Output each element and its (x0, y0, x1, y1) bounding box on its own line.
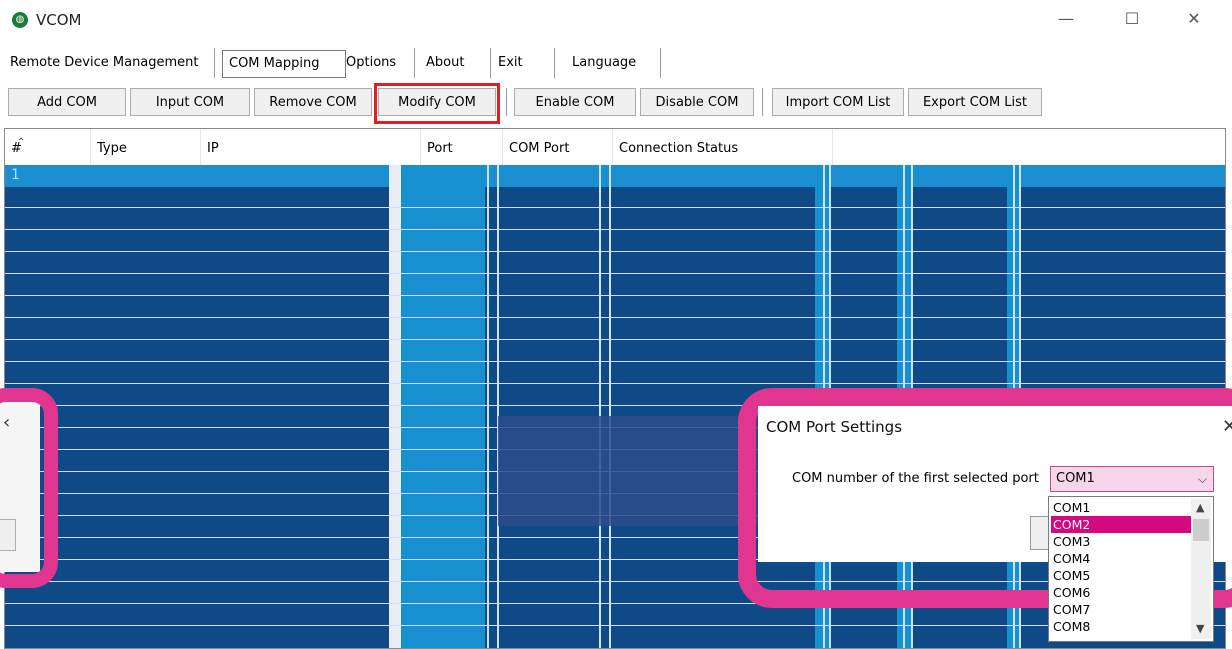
window-title: VCOM (36, 11, 82, 29)
maximize-button[interactable]: ☐ (1112, 6, 1152, 32)
column-header-type[interactable]: Type (91, 129, 201, 165)
column-header-connection-status[interactable]: Connection Status (613, 129, 833, 165)
dropdown-option[interactable]: COM1 (1051, 499, 1191, 516)
remove-com-button[interactable]: Remove COM (254, 88, 372, 116)
chevron-up-icon[interactable]: ▲ (1196, 501, 1204, 514)
column-divider (609, 165, 611, 648)
left-highlight-frame (0, 388, 58, 588)
column-header-port[interactable]: Port (421, 129, 503, 165)
table-row[interactable] (5, 165, 1225, 187)
app-globe-icon: ◍ (12, 12, 28, 28)
import-com-list-button[interactable]: Import COM List (772, 88, 904, 116)
column-divider (497, 165, 499, 648)
column-header-index[interactable]: ⌃ # (5, 129, 91, 165)
close-button[interactable]: ✕ (1174, 6, 1214, 32)
modify-com-highlight (374, 83, 500, 124)
dialog-title: COM Port Settings (766, 418, 903, 436)
column-header-com-port[interactable]: COM Port (503, 129, 613, 165)
dropdown-option[interactable]: COM5 (1051, 567, 1191, 584)
row-divider (5, 229, 1225, 230)
rendering-gap (389, 165, 401, 648)
row-divider (5, 625, 1225, 626)
row-divider (5, 273, 1225, 274)
chevron-down-icon: ⌵ (1197, 472, 1207, 486)
dropdown-option[interactable]: COM3 (1051, 533, 1191, 550)
dropdown-option[interactable]: COM7 (1051, 601, 1191, 618)
menu-com-mapping[interactable]: COM Mapping (222, 50, 346, 78)
row-divider (5, 207, 1225, 208)
menu-about[interactable]: About (420, 48, 491, 78)
sort-up-icon: ⌃ (17, 137, 26, 148)
menu-language[interactable]: Language (566, 48, 661, 78)
dropdown-option[interactable]: COM6 (1051, 584, 1191, 601)
row-divider (5, 339, 1225, 340)
row-divider (5, 383, 1225, 384)
input-com-button[interactable]: Input COM (130, 88, 250, 116)
add-com-button[interactable]: Add COM (8, 88, 126, 116)
menu-remote-device-management[interactable]: Remote Device Management (4, 48, 215, 78)
dropdown-scrollbar[interactable]: ▲ ▼ (1191, 499, 1211, 639)
com-number-select[interactable]: COM1 ⌵ (1050, 466, 1214, 492)
com-options-dropdown[interactable]: COM1 COM2 COM3 COM4 COM5 COM6 COM7 COM8 … (1048, 496, 1214, 642)
dropdown-option[interactable]: COM4 (1051, 550, 1191, 567)
column-divider (599, 165, 601, 648)
row-divider (5, 251, 1225, 252)
chevron-down-icon[interactable]: ▼ (1196, 622, 1204, 635)
column-header-ip[interactable]: IP (201, 129, 421, 165)
menu-options[interactable]: Options (340, 48, 415, 78)
minimize-button[interactable]: — (1046, 6, 1086, 32)
column-divider (487, 165, 489, 648)
disable-com-button[interactable]: Disable COM (640, 88, 754, 116)
title-bar: ◍ VCOM — ☐ ✕ (0, 0, 1232, 40)
dialog-close-icon[interactable]: ✕ (1222, 416, 1232, 437)
first-port-label: COM number of the first selected port (792, 471, 1039, 486)
row-divider (5, 317, 1225, 318)
dropdown-option[interactable]: COM8 (1051, 618, 1191, 635)
enable-com-button[interactable]: Enable COM (514, 88, 636, 116)
menu-exit[interactable]: Exit (492, 48, 555, 78)
row-index-cell: 1 (11, 167, 20, 183)
dropdown-option-highlighted[interactable]: COM2 (1051, 516, 1191, 533)
column-band (401, 165, 485, 648)
scrollbar-thumb[interactable] (1193, 519, 1209, 541)
toolbar-separator (762, 88, 763, 116)
row-divider (5, 295, 1225, 296)
toolbar-separator (506, 88, 507, 116)
export-com-list-button[interactable]: Export COM List (908, 88, 1042, 116)
table-header: ⌃ # Type IP Port COM Port Connection Sta… (5, 129, 1225, 166)
row-divider (5, 361, 1225, 362)
